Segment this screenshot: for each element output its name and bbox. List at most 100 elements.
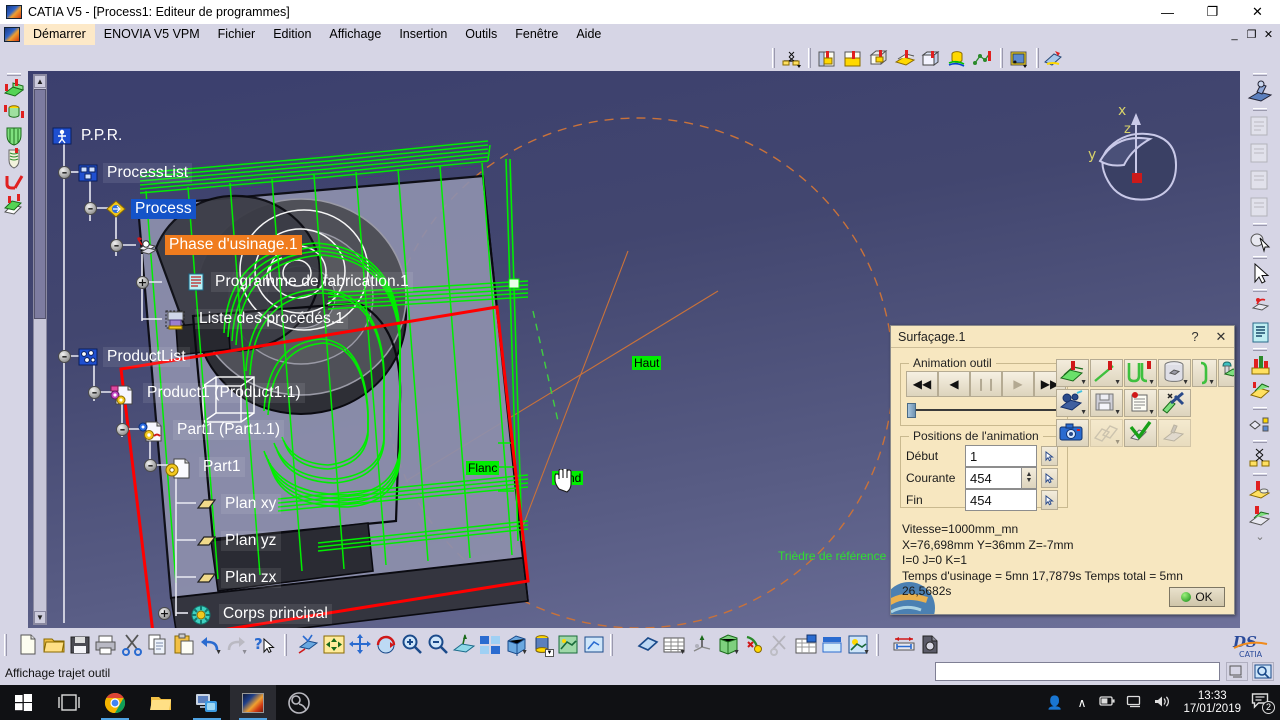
tree-expander-programme[interactable]: + — [136, 276, 149, 289]
dropdown-arrow-icon[interactable]: ▼ — [521, 649, 528, 656]
dropdown-arrow-icon[interactable]: ▼ — [545, 649, 554, 657]
anim-rewind-button[interactable]: ◀◀ — [906, 371, 938, 397]
manufacturing-program-right-icon[interactable] — [1245, 320, 1275, 346]
cursor-arrow-icon[interactable] — [1245, 261, 1275, 287]
measure-icon[interactable] — [1158, 419, 1191, 447]
tool-clamp-icon[interactable]: ▼ — [1192, 359, 1217, 387]
volume-icon[interactable] — [1148, 695, 1175, 711]
taskbar-clock[interactable]: 13:33 17/01/2019 — [1175, 690, 1249, 716]
pan-icon[interactable] — [348, 633, 372, 656]
dropdown-arrow-icon[interactable]: ▼ — [1080, 379, 1087, 386]
toolbar-grip-3[interactable] — [1000, 48, 1003, 68]
machining-setup-right-icon[interactable] — [1245, 294, 1275, 320]
open-document-icon[interactable] — [42, 633, 66, 656]
print-icon[interactable] — [94, 633, 118, 656]
menu-demarrer[interactable]: Démarrer — [24, 24, 95, 45]
tool-path-line-icon[interactable]: ▼ — [1090, 359, 1123, 387]
compare-icon[interactable]: ▼ — [1090, 419, 1123, 447]
tree-node-process[interactable]: Process — [106, 199, 196, 219]
tree-node-plan-zx[interactable]: Plan zx — [196, 568, 281, 588]
tree-node-ppr[interactable]: P.P.R. — [52, 126, 126, 146]
tool-axis-icon[interactable] — [690, 633, 714, 656]
copy-icon[interactable] — [146, 633, 170, 656]
window-minimize-button[interactable]: — — [1145, 0, 1190, 24]
report-icon[interactable]: ▼ — [1124, 389, 1157, 417]
dropdown-arrow-icon[interactable]: ▼ — [1114, 409, 1121, 416]
dialog-help-button[interactable]: ? — [1182, 329, 1208, 344]
status-window-icon[interactable] — [1226, 662, 1248, 681]
select-feature-icon[interactable] — [1245, 228, 1275, 254]
dropdown-arrow-icon[interactable]: ▼ — [1114, 379, 1121, 386]
menu-enovia[interactable]: ENOVIA V5 VPM — [95, 24, 209, 45]
task-view-button[interactable] — [46, 685, 92, 720]
taskbar-remote[interactable] — [184, 685, 230, 720]
tree-node-processlist[interactable]: ProcessList — [78, 163, 193, 183]
tree-expander-processlist[interactable]: – — [58, 166, 71, 179]
right-toolbar-grip-5[interactable] — [1253, 289, 1267, 292]
tree-node-part1[interactable]: Part1 — [164, 457, 245, 479]
remove-toolpath-icon[interactable] — [742, 633, 766, 656]
taskbar-explorer[interactable] — [138, 685, 184, 720]
menu-fenetre[interactable]: Fenêtre — [506, 24, 567, 45]
save-result-icon[interactable]: ▼ — [1090, 389, 1123, 417]
battery-icon[interactable] — [1094, 695, 1121, 710]
measure-item-icon[interactable] — [918, 633, 942, 656]
cut-toolpath-icon[interactable] — [768, 633, 792, 656]
curve-following-icon[interactable] — [2, 170, 26, 193]
dropdown-arrow-icon[interactable]: ▼ — [1148, 409, 1155, 416]
delete-operation-icon[interactable] — [1245, 194, 1275, 221]
tree-node-corps-principal[interactable]: Corps principal — [188, 604, 332, 625]
table-view-icon[interactable]: ▼ — [662, 633, 686, 656]
dropdown-arrow-icon[interactable]: ▼ — [241, 649, 248, 656]
machining-operation-add-icon[interactable] — [868, 49, 890, 68]
machining-setup-add-icon[interactable] — [842, 49, 864, 68]
mdi-minimize-button[interactable]: _ — [1226, 27, 1243, 43]
action-center-icon[interactable]: 2 — [1249, 692, 1276, 714]
tree-expander-productlist[interactable]: – — [58, 350, 71, 363]
right-toolbar-grip-9[interactable] — [1253, 473, 1267, 476]
network-icon[interactable] — [1121, 695, 1148, 711]
save-icon[interactable] — [68, 633, 92, 656]
isometric-view-icon[interactable]: ▼ — [504, 633, 528, 656]
toolbar-grip[interactable] — [772, 48, 775, 68]
part-operation-add-icon[interactable] — [920, 49, 942, 68]
left-toolbar-grip[interactable] — [7, 73, 21, 76]
tree-node-liste-procedes[interactable]: Liste des procédés.1 — [164, 309, 349, 330]
anim-pause-button[interactable]: ❙❙ — [970, 371, 1002, 397]
window-close-button[interactable]: ✕ — [1235, 0, 1280, 24]
bottom-toolbar-grip-1[interactable] — [4, 634, 7, 656]
tray-chevron-icon[interactable]: ∧ — [1070, 696, 1095, 710]
pocketing-icon[interactable] — [2, 101, 26, 124]
hide-show-icon[interactable] — [582, 633, 606, 656]
dropdown-arrow-icon[interactable]: ▼ — [1148, 379, 1155, 386]
mdi-close-button[interactable]: ✕ — [1260, 27, 1277, 43]
tool-path-multi-icon[interactable]: ▼ — [1124, 359, 1157, 387]
toolpath-edit-icon[interactable] — [780, 49, 802, 68]
view-section-icon[interactable] — [820, 633, 844, 656]
cut-icon[interactable] — [120, 633, 144, 656]
animation-slider[interactable] — [907, 403, 1062, 418]
new-document-icon[interactable] — [16, 633, 40, 656]
taskbar-catia[interactable] — [230, 685, 276, 720]
measure-between-icon[interactable] — [892, 633, 916, 656]
dialog-ok-button[interactable]: OK — [1169, 587, 1225, 607]
image-capture-icon[interactable]: ▼ — [846, 633, 870, 656]
render-style-icon[interactable]: ▼ — [530, 633, 554, 657]
photo-snapshot-icon[interactable] — [1056, 419, 1089, 447]
dropdown-arrow-icon[interactable]: ▼ — [1114, 439, 1121, 446]
position-fin-pick-button[interactable] — [1041, 490, 1058, 510]
viewport-compass[interactable]: x z y — [1078, 93, 1198, 213]
fit-all-icon[interactable] — [322, 633, 346, 656]
tree-node-part1-instance[interactable]: Part1 (Part1.1) — [136, 420, 285, 442]
tree-node-phase-usinage[interactable]: Phase d'usinage.1 — [132, 235, 302, 255]
normal-view-icon[interactable] — [452, 633, 476, 656]
dialog-close-button[interactable]: ✕ — [1208, 329, 1234, 345]
bottom-toolbar-grip-3[interactable] — [610, 634, 613, 656]
status-zoom-icon[interactable] — [1252, 662, 1274, 681]
undo-icon[interactable]: ▼ — [198, 633, 222, 656]
position-courante[interactable]: 454 — [965, 467, 1021, 489]
swap-visible-space-icon[interactable] — [636, 633, 660, 656]
video-simulation-toolbar-icon[interactable] — [1042, 49, 1064, 68]
tree-expander-corps[interactable]: + — [158, 607, 171, 620]
analyze-check-icon[interactable] — [1124, 419, 1157, 447]
